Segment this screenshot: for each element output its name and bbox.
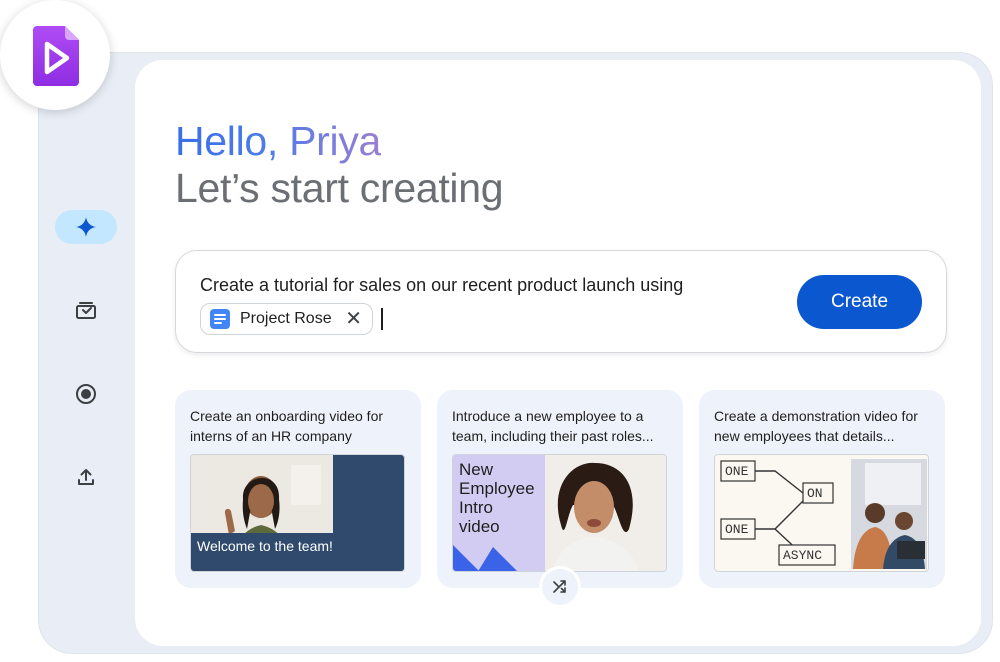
card-prompt-text: Introduce a new employee to a team, incl…: [452, 408, 654, 444]
card-thumbnail: New Employee Intro video: [452, 454, 667, 572]
diagram-node: ASYNC: [783, 548, 822, 563]
attached-doc-chip[interactable]: Project Rose ✕: [200, 303, 373, 335]
docs-icon: [210, 309, 230, 329]
create-button[interactable]: Create: [797, 275, 922, 329]
template-icon: [76, 302, 96, 319]
suggestion-card-onboarding[interactable]: Create an onboarding video for interns o…: [175, 390, 421, 588]
greeting-title: Hello, Priya: [175, 118, 382, 164]
thumbnail-caption: Welcome to the team!: [197, 538, 333, 554]
text-cursor: [381, 308, 383, 330]
greeting-subtitle: Let’s start creating: [175, 165, 504, 211]
close-icon[interactable]: ✕: [345, 309, 362, 329]
rail-item-create[interactable]: [55, 210, 117, 244]
onboarding-video-thumbnail: Welcome to the team!: [191, 455, 404, 571]
card-prompt-text: Create an onboarding video for interns o…: [190, 408, 384, 444]
suggestion-card-demo[interactable]: Create a demonstration video for new emp…: [699, 390, 945, 588]
demo-video-thumbnail: ONE ON ONE ASYNC: [715, 455, 928, 571]
card-thumbnail: Welcome to the team!: [190, 454, 405, 572]
diagram-node: ONE: [725, 522, 749, 537]
vids-logo-icon: [33, 26, 79, 86]
intro-video-thumbnail: New Employee Intro video: [453, 455, 666, 571]
shuffle-icon: [553, 580, 566, 593]
shuffle-button[interactable]: [542, 569, 578, 605]
prompt-input[interactable]: Create a tutorial for sales on our recen…: [175, 250, 947, 353]
sparkle-icon: [76, 217, 96, 237]
suggestion-card-intro[interactable]: Introduce a new employee to a team, incl…: [437, 390, 683, 588]
chip-label: Project Rose: [240, 310, 332, 327]
record-icon: [76, 384, 96, 404]
diagram-node: ON: [807, 486, 823, 501]
rail-item-record[interactable]: [55, 377, 117, 411]
prompt-text: Create a tutorial for sales on our recen…: [200, 275, 684, 295]
upload-icon: [78, 469, 94, 485]
card-prompt-text: Create a demonstration video for new emp…: [714, 408, 918, 444]
diagram-node: ONE: [725, 464, 749, 479]
app-logo[interactable]: [0, 0, 110, 110]
rail-item-templates[interactable]: [55, 293, 117, 327]
card-thumbnail: ONE ON ONE ASYNC: [714, 454, 929, 572]
rail-item-upload[interactable]: [55, 460, 117, 494]
